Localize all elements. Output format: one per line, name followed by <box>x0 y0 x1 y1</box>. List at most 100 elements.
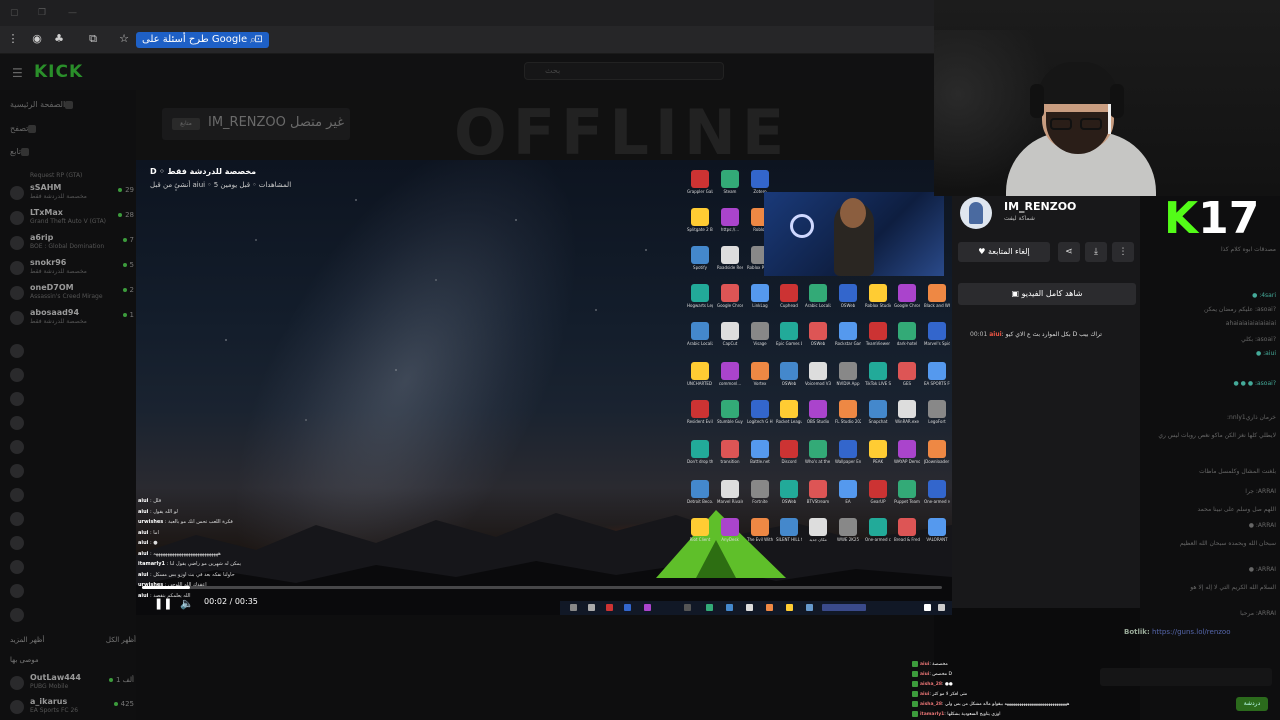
desktop-icon: Detroit Beco... <box>687 480 713 504</box>
avatar <box>10 186 24 200</box>
desktop-icon-label: Marvel's Spider-M <box>924 341 950 346</box>
watch-full-video-button[interactable]: ▣ شاهد كامل الفيديو <box>958 283 1136 305</box>
offline-channel[interactable] <box>10 484 136 506</box>
offline-channel[interactable] <box>10 460 136 482</box>
download-icon: ⤓ <box>1094 247 1098 257</box>
desktop-icon: commonl... <box>717 362 743 386</box>
heart-icon <box>21 147 30 156</box>
download-button[interactable]: ⤓ <box>1085 242 1107 262</box>
offline-channel[interactable] <box>10 532 136 554</box>
live-dot-icon <box>122 238 127 242</box>
offline-channel[interactable] <box>10 412 136 434</box>
live-dot-icon <box>113 702 118 706</box>
offline-channel[interactable] <box>10 508 136 530</box>
volume-icon[interactable]: 🔈 <box>180 598 194 610</box>
show-more-link[interactable]: أظهر المزيد <box>10 636 44 644</box>
offline-channel[interactable] <box>10 556 136 578</box>
more-options-button[interactable]: ⋮ <box>1112 242 1134 262</box>
account-icon[interactable]: ◉ <box>30 32 44 46</box>
avatar <box>10 236 24 250</box>
offline-channel[interactable] <box>10 436 136 458</box>
pause-icon[interactable]: ❚❚ <box>154 598 172 610</box>
search-icon[interactable]: ⌕ <box>250 33 262 47</box>
chat-send-button[interactable]: دردشة <box>1236 697 1268 711</box>
channel-category: Grand Theft Auto V (GTA) <box>30 218 107 225</box>
tab-icon[interactable]: ▢ <box>10 8 20 18</box>
app-icon <box>780 284 798 302</box>
offline-channel[interactable] <box>10 604 136 626</box>
channel-name[interactable]: IM_RENZOO <box>1004 200 1076 213</box>
desktop-icon: FL Studio 2025 <box>835 400 861 424</box>
sidebar-top-sub: Request RP (GTA) <box>30 172 83 179</box>
nav-following[interactable]: تابع <box>10 147 80 156</box>
desktop-icon: Bread & Fred Demo <box>894 518 920 542</box>
show-more-row: أظهر المزيد أظهر الكل <box>10 636 136 644</box>
app-icon <box>691 208 709 226</box>
desktop-icon-label: WinRAR.exe <box>895 419 919 424</box>
desktop-icon-label: WAYAP Demo <box>894 459 920 464</box>
unfollow-button[interactable]: ♥ إلغاء المتابعة <box>958 242 1050 262</box>
desktop-icon-label: OSWeb <box>810 341 826 346</box>
app-icon <box>898 480 916 498</box>
desktop-icon-label: JDownloader 2 <box>924 459 950 464</box>
app-icon <box>780 400 798 418</box>
desktop-icon-label: Battle.net <box>750 459 770 464</box>
ask-google-button[interactable]: طرح أسئلة على Google ⊡ <box>136 32 269 48</box>
clip-meta: المشاهدات ◦ قبل يومين 5 ◦ aiui أنشئ من ق… <box>150 181 292 189</box>
desktop-icon-label: Marvel Rivals <box>717 499 743 504</box>
bookmark-star-icon[interactable]: ☆ <box>117 32 131 46</box>
following-channel[interactable]: snokr96 مخصصة للدردشة فقط 5 <box>10 257 136 279</box>
message-user: aiui <box>989 331 1002 338</box>
extensions-icon[interactable]: ♣ <box>52 32 66 46</box>
kick-logo[interactable]: KICK <box>34 62 83 82</box>
offline-channel[interactable] <box>10 340 136 362</box>
show-all-link[interactable]: أظهر الكل <box>106 636 136 644</box>
hamburger-menu-icon[interactable]: ☰ <box>12 66 23 80</box>
offline-channel[interactable] <box>10 364 136 386</box>
badge-icon <box>912 680 918 687</box>
puzzle-icon[interactable]: ⧉ <box>86 32 100 46</box>
desktop-icon: EA <box>835 480 861 504</box>
recommended-channel[interactable]: OutLaw444 PUBG Mobile 1 ألف <box>10 672 136 694</box>
share-button[interactable]: ⋖ <box>1058 242 1080 262</box>
following-channel[interactable]: sSAHM مخصصة للدردشة فقط 29 <box>10 182 136 204</box>
app-icon <box>751 480 769 498</box>
nav-home[interactable]: الصفحة الرئيسية <box>10 100 80 109</box>
desktop-icon: GearUP <box>865 480 891 504</box>
desktop-icon: BTVStream <box>805 480 831 504</box>
desktop-icon: OSWeb <box>835 284 861 308</box>
desktop-icon-label: UNCHARTED Legacy <box>687 381 713 386</box>
app-icon <box>721 246 739 264</box>
offline-channel[interactable] <box>10 388 136 410</box>
app-icon <box>869 362 887 380</box>
kick-search-input[interactable]: بحث <box>524 62 724 80</box>
following-channel[interactable]: oneD7OM Assassin's Creed Mirage 2 <box>10 282 136 304</box>
desktop-icon: Marvel Rivals <box>717 480 743 504</box>
following-channel[interactable]: a6rip BOE : Global Domination 7 <box>10 232 136 254</box>
recommended-channel[interactable]: a_ikarus EA Sports FC 26 425 <box>10 696 136 718</box>
overlay-chat-line: aisha_28: ●● <box>912 680 1142 690</box>
desktop-icon: UNCHARTED Legacy <box>687 362 713 386</box>
offline-channel[interactable] <box>10 580 136 602</box>
bot-link[interactable]: https://guns.lol/renzoo <box>1152 628 1231 636</box>
menu-dots-icon[interactable]: ⋮ <box>6 32 20 46</box>
desktop-icon: One-armed cook <box>865 518 891 542</box>
avatar-figure <box>969 202 983 224</box>
desktop-icon-label: Google Chrome <box>717 303 743 308</box>
channel-avatar[interactable] <box>960 197 992 229</box>
desktop-icon: Vortex <box>747 362 773 386</box>
minimize-icon[interactable]: — <box>68 8 78 18</box>
sidebar-top-row[interactable]: Request RP (GTA) <box>10 170 136 182</box>
nav-browse[interactable]: تصفح <box>10 124 80 133</box>
time-readout: 00:02 / 00:35 <box>204 597 258 606</box>
overlay-chat-line: aiui: متى افكر لا مو كثر <box>912 690 1142 700</box>
following-channel[interactable]: abosaad94 مخصصة للدردشة فقط 1 <box>10 307 136 329</box>
app-icon <box>839 518 857 536</box>
offline-tag[interactable]: متابع <box>172 118 200 130</box>
browse-icon <box>28 124 37 133</box>
restore-icon[interactable]: ❐ <box>38 8 48 18</box>
progress-bar[interactable] <box>142 586 942 589</box>
following-channel[interactable]: LTxMax Grand Theft Auto V (GTA) 28 <box>10 207 136 229</box>
desktop-icon: Resident Evil 4 <box>687 400 713 424</box>
app-icon <box>869 400 887 418</box>
